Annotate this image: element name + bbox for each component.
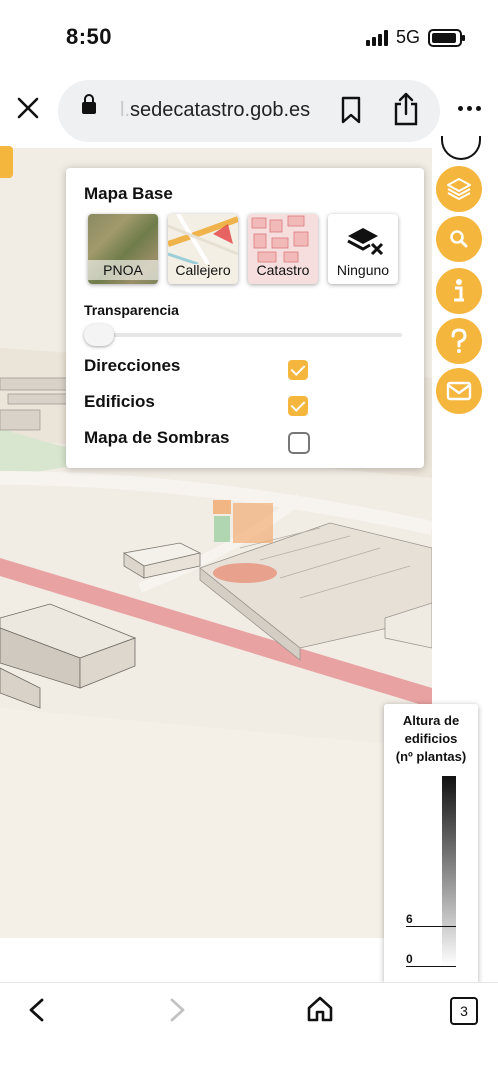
lock-icon [82, 94, 96, 114]
edificios-checkbox[interactable] [288, 396, 308, 416]
info-icon [454, 279, 464, 302]
slider-track [94, 333, 402, 337]
legend-title: Altura de edificios (nº plantas) [395, 713, 467, 764]
legend-tick-line [406, 926, 456, 927]
street-map-thumbnail [168, 214, 238, 266]
browser-toolbar: l.sedecatastro.gob.es [0, 72, 498, 148]
tile-ninguno[interactable]: Ninguno [328, 214, 398, 284]
cadastre-thumbnail [251, 215, 309, 263]
tile-callejero[interactable]: Callejero [168, 214, 238, 284]
search-button[interactable] [436, 216, 482, 262]
transparency-slider[interactable] [84, 324, 402, 346]
legend-tick-0: 0 [406, 952, 413, 966]
help-button[interactable] [436, 318, 482, 364]
tile-catastro[interactable]: Catastro [248, 214, 318, 284]
home-icon[interactable] [306, 995, 334, 1023]
mail-icon [446, 381, 472, 401]
map-footer [0, 938, 432, 986]
forward-icon[interactable] [164, 997, 190, 1023]
help-icon [451, 328, 467, 353]
transparency-label: Transparencia [84, 302, 179, 318]
status-icons: 5G [365, 27, 465, 48]
browser-bottom-bar: 3 [0, 982, 498, 1081]
battery-icon [428, 28, 465, 47]
tile-label: Ninguno [336, 262, 390, 278]
info-button[interactable] [436, 268, 482, 314]
legend-tick-line [406, 966, 456, 967]
clock: 8:50 [66, 24, 113, 49]
tile-label: Callejero [175, 262, 231, 278]
layer-sombras-label: Mapa de Sombras [84, 428, 230, 447]
back-icon[interactable] [24, 997, 50, 1023]
tile-label: Catastro [256, 262, 310, 278]
layer-edificios-label: Edificios [84, 392, 155, 411]
address-bar[interactable]: l.sedecatastro.gob.es [58, 80, 440, 142]
tile-label: PNOA [88, 260, 158, 280]
panel-title: Mapa Base [84, 184, 173, 203]
base-map-tiles: PNOA Callejero Catastro Ninguno [88, 214, 398, 284]
close-icon[interactable] [12, 92, 44, 124]
contact-button[interactable] [436, 368, 482, 414]
layer-direcciones-label: Direcciones [84, 356, 181, 375]
url-text: l.sedecatastro.gob.es [120, 99, 311, 121]
layers-icon [447, 178, 471, 200]
slider-knob[interactable] [84, 324, 114, 346]
building-height-legend: Altura de edificios (nº plantas) 6 0 [384, 704, 478, 984]
legend-tick-6: 6 [406, 912, 413, 926]
signal-icon [365, 29, 388, 46]
search-icon [450, 230, 468, 248]
side-panel-tab[interactable] [0, 146, 13, 178]
more-icon[interactable] [458, 106, 481, 111]
base-map-panel: Mapa Base PNOA Callejero Catastro Ningun… [66, 168, 424, 468]
direcciones-checkbox[interactable] [288, 360, 308, 380]
layers-button[interactable] [436, 166, 482, 212]
network-label: 5G [395, 27, 420, 47]
sombras-checkbox[interactable] [288, 432, 310, 454]
legend-gradient [442, 776, 456, 966]
bookmark-icon[interactable] [340, 96, 362, 124]
no-layers-icon [347, 228, 384, 256]
tabs-icon[interactable]: 3 [450, 997, 478, 1025]
share-icon[interactable] [392, 92, 420, 126]
status-bar: 8:50 5G [0, 0, 498, 72]
tile-pnoa[interactable]: PNOA [88, 214, 158, 284]
